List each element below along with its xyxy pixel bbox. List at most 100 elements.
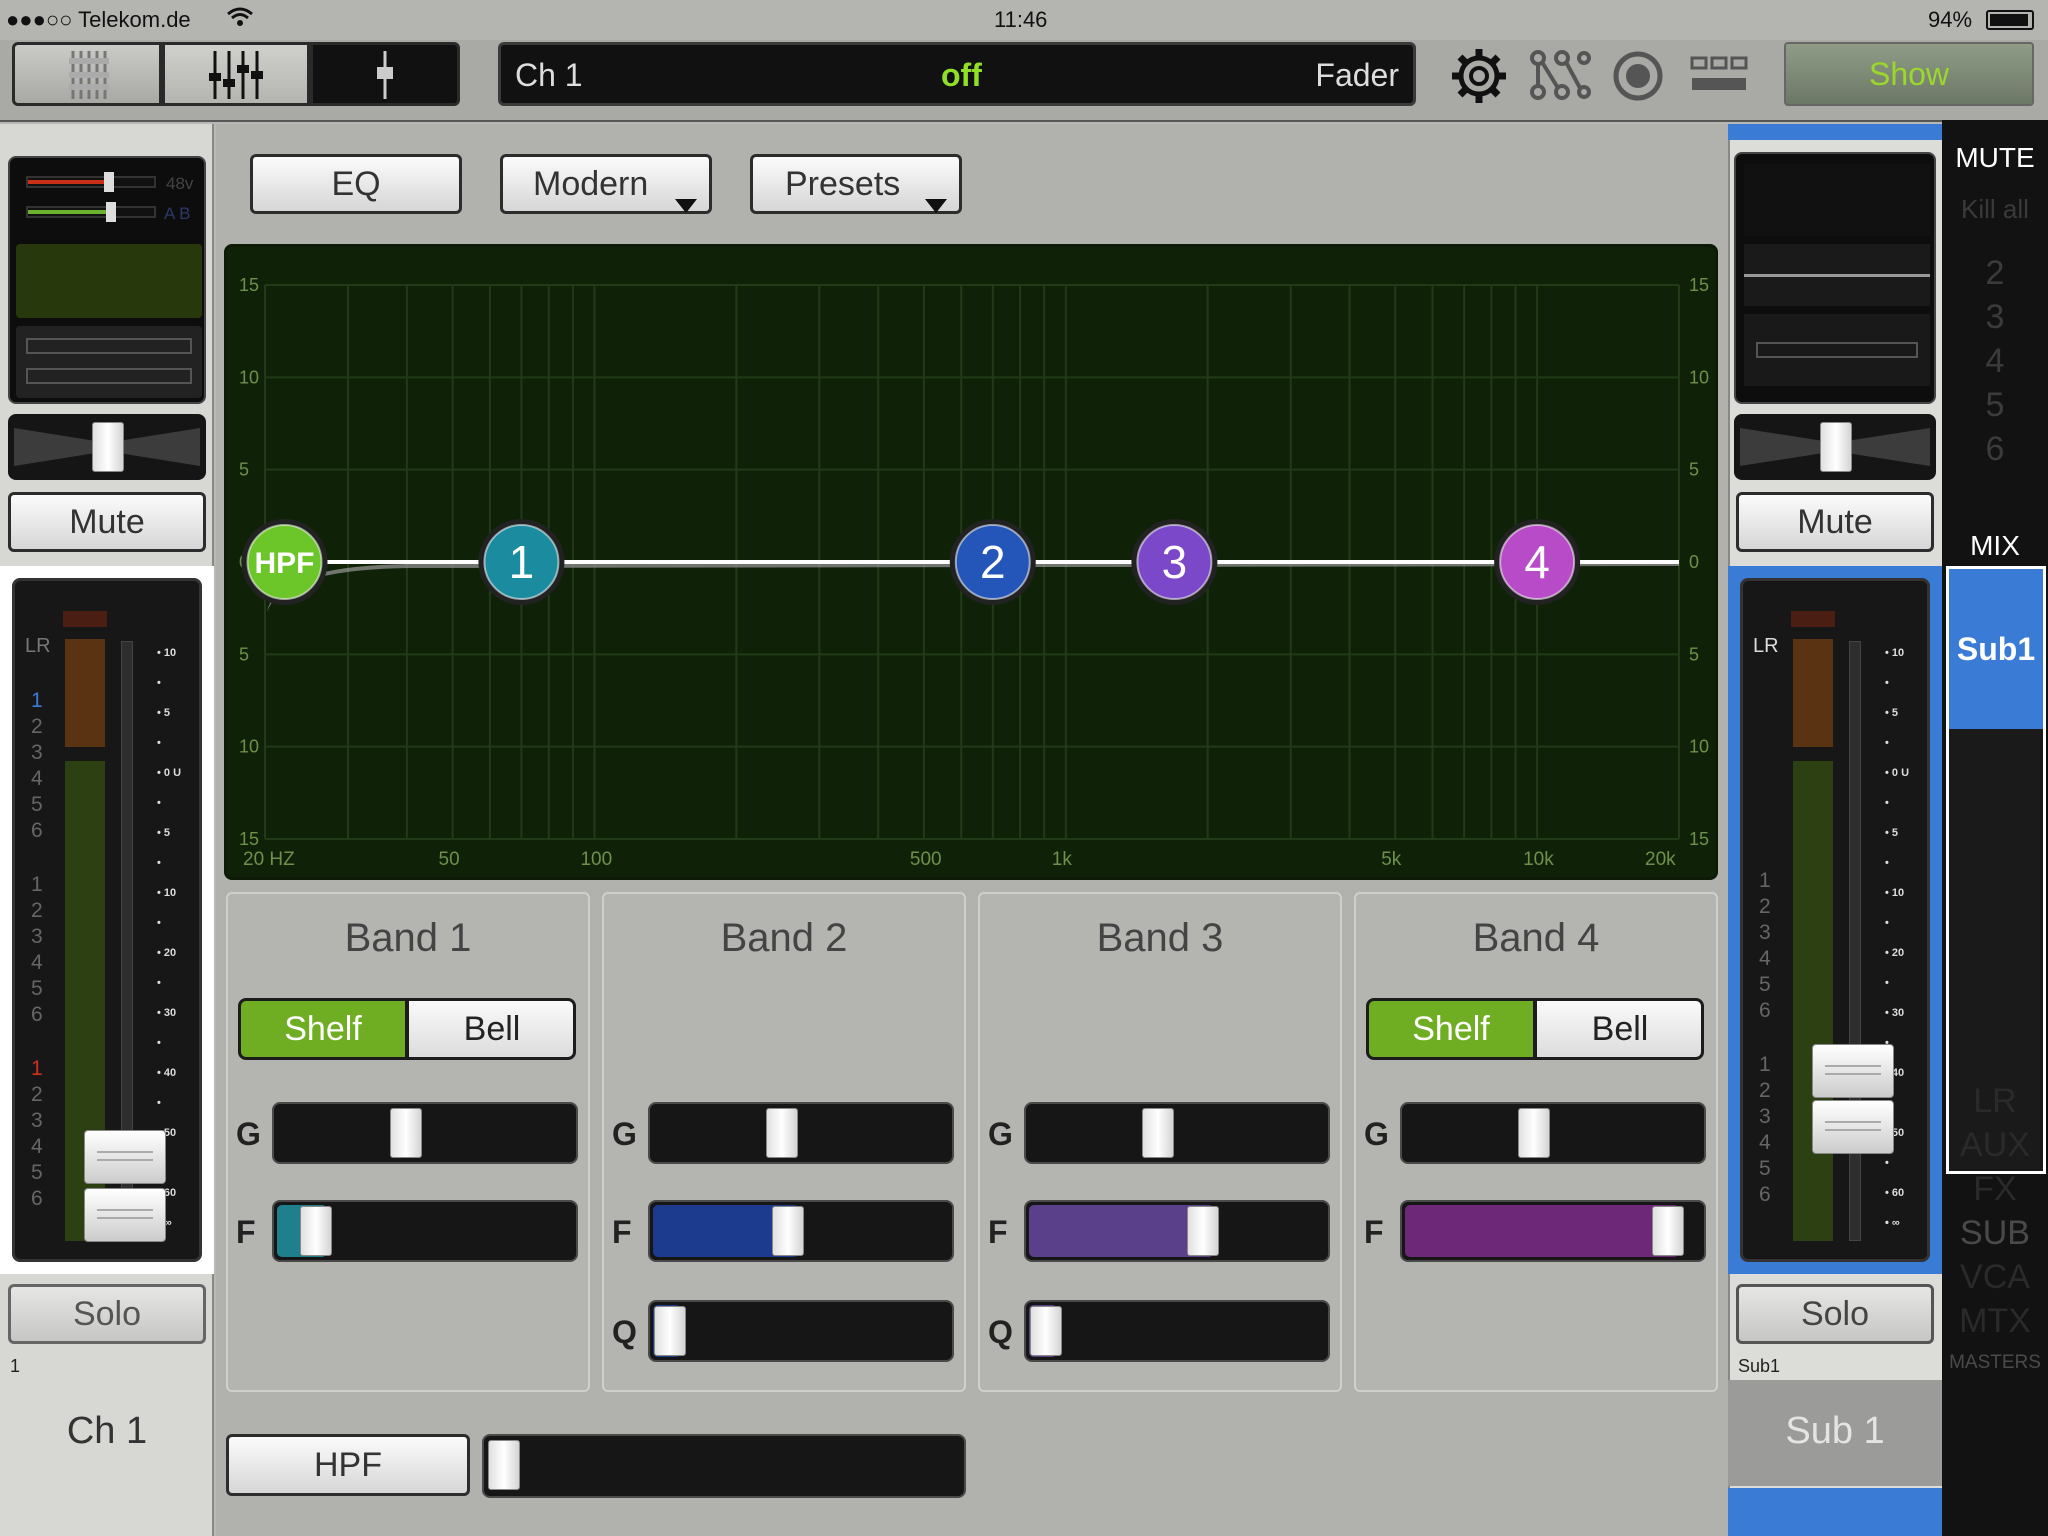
meter-scale-label: • 0 U (157, 767, 182, 779)
y-tick-label: 0 (1689, 552, 1699, 572)
freq-label: F (236, 1214, 256, 1250)
band-4-shape-toggle[interactable]: Shelf Bell (1366, 998, 1704, 1060)
eq-mode-dropdown[interactable]: Modern (500, 154, 712, 214)
eq-node-hpf[interactable]: HPF (241, 519, 328, 605)
band-1-shape-toggle[interactable]: Shelf Bell (238, 998, 576, 1060)
mix-title: MIX (1970, 530, 2020, 561)
slider-knob[interactable] (1030, 1306, 1062, 1356)
x-tick-label: 10k (1523, 849, 1554, 870)
band-4-gain-slider[interactable] (1400, 1102, 1706, 1164)
clock-label: 11:46 (994, 7, 1048, 32)
input-section-right[interactable] (1734, 152, 1936, 404)
band-1-gain-slider[interactable] (272, 1102, 578, 1164)
fader-knob-left-upper[interactable] (84, 1130, 166, 1184)
hpf-slider[interactable] (482, 1434, 966, 1498)
mix-type-sub-button[interactable]: SUB (1942, 1214, 2048, 1253)
input-section[interactable]: 48v A B (8, 156, 206, 404)
group-number: 6 (1759, 1183, 1771, 1206)
hpf-button[interactable]: HPF (226, 1434, 470, 1496)
view-mixer-button[interactable] (12, 42, 162, 106)
slider-knob[interactable] (1652, 1206, 1685, 1256)
bell-option[interactable]: Bell (409, 1001, 573, 1057)
pan-control-right[interactable] (1734, 414, 1936, 480)
slider-knob[interactable] (488, 1440, 520, 1490)
mix-type-vca-button[interactable]: VCA (1942, 1258, 2048, 1297)
svg-text:2: 2 (980, 536, 1006, 588)
eq-toggle-button[interactable]: EQ (250, 154, 462, 214)
presets-dropdown[interactable]: Presets (750, 154, 962, 214)
fader-knob-right-upper[interactable] (1812, 1044, 1894, 1098)
solo-button-right[interactable]: Solo (1736, 1284, 1934, 1344)
y-tick-label: 10 (239, 737, 259, 757)
gain-slider[interactable] (26, 172, 156, 192)
mix-type-mtx-button[interactable]: MTX (1942, 1302, 2048, 1341)
eq-thumbnail[interactable] (16, 244, 202, 318)
channel-name: Ch 1 (515, 57, 583, 93)
band-2-freq-slider[interactable] (648, 1200, 954, 1262)
settings-gear-icon[interactable] (1446, 46, 1512, 106)
group-number: 1 (31, 689, 43, 712)
meter-scale-label: • 60 (1885, 1187, 1905, 1199)
slider-knob[interactable] (654, 1306, 686, 1356)
mix-sub1-item[interactable]: Sub1 (1949, 569, 2043, 729)
mute-group-2-button[interactable]: 2 (1942, 254, 2048, 293)
slider-knob[interactable] (1518, 1108, 1550, 1158)
fader-knob-right[interactable] (1812, 1100, 1894, 1154)
pan-control[interactable] (8, 414, 206, 480)
mute-group-5-button[interactable]: 5 (1942, 386, 2048, 425)
slider-knob[interactable] (390, 1108, 422, 1158)
dynamics-thumbnail[interactable] (16, 326, 202, 398)
show-button[interactable]: Show (1784, 42, 2034, 106)
eq-node-1[interactable]: 1 (478, 519, 565, 605)
slider-knob[interactable] (300, 1206, 333, 1256)
mute-button-left[interactable]: Mute (8, 492, 206, 552)
slider-knob[interactable] (766, 1108, 798, 1158)
meter-scale-dot: • (157, 677, 161, 689)
routing-icon[interactable] (1526, 46, 1592, 106)
group-number: 2 (31, 899, 43, 922)
status-bar: ●●●○○ Telekom.de 11:46 94% (0, 0, 2048, 40)
channel-display[interactable]: Ch 1 off Fader (498, 42, 1416, 106)
eq-node-4[interactable]: 4 (1494, 519, 1581, 605)
shelf-option[interactable]: Shelf (1369, 1001, 1533, 1057)
channel-number: 1 (10, 1356, 21, 1376)
mute-group-6-button[interactable]: 6 (1942, 430, 2048, 469)
mute-group-3-button[interactable]: 3 (1942, 298, 2048, 337)
band-2-gain-slider[interactable] (648, 1102, 954, 1164)
trim-slider[interactable] (26, 202, 156, 222)
mix-type-lr-button[interactable]: LR (1942, 1082, 2048, 1121)
mix-type-aux-button[interactable]: AUX (1942, 1126, 2048, 1165)
kill-all-button[interactable]: Kill all (1942, 194, 2048, 225)
slider-knob[interactable] (1186, 1206, 1219, 1256)
slider-knob[interactable] (1142, 1108, 1174, 1158)
shelf-option[interactable]: Shelf (241, 1001, 405, 1057)
pan-knob[interactable] (1820, 422, 1852, 472)
band-2-q-slider[interactable] (648, 1300, 954, 1362)
record-icon[interactable] (1608, 46, 1674, 106)
y-tick-label: 10 (239, 367, 259, 387)
slider-knob[interactable] (771, 1206, 804, 1256)
bell-option[interactable]: Bell (1537, 1001, 1701, 1057)
mute-button-right[interactable]: Mute (1736, 492, 1934, 552)
selection-bar-bottom (1728, 1488, 1942, 1536)
band-1-freq-slider[interactable] (272, 1200, 578, 1262)
band-3-q-slider[interactable] (1024, 1300, 1330, 1362)
mute-group-4-button[interactable]: 4 (1942, 342, 2048, 381)
fader-knob-left[interactable] (84, 1188, 166, 1242)
band-3-freq-slider[interactable] (1024, 1200, 1330, 1262)
carrier-label: ●●●○○ Telekom.de (6, 7, 191, 32)
view-channel-button[interactable] (162, 42, 310, 106)
layout-grid-icon[interactable] (1688, 46, 1754, 106)
band-4-freq-slider[interactable] (1400, 1200, 1706, 1262)
band-3-gain-slider[interactable] (1024, 1102, 1330, 1164)
band-title: Band 3 (1096, 916, 1224, 960)
eq-node-2[interactable]: 2 (949, 519, 1036, 605)
mix-type-fx-button[interactable]: FX (1942, 1170, 2048, 1209)
eq-node-3[interactable]: 3 (1131, 519, 1218, 605)
x-tick-label: 20k (1645, 849, 1676, 870)
pan-knob[interactable] (92, 422, 124, 472)
solo-button-left[interactable]: Solo (8, 1284, 206, 1344)
eq-graph[interactable]: 151510105500551010151520 HZ501005001k5k1… (224, 244, 1718, 880)
fader-meter-right[interactable]: LR • 10 • • 5 • • 0 U • • 5 • • 10 • • 20 • • 30 • • 4… (1740, 578, 1930, 1262)
view-fader-button[interactable] (310, 42, 460, 106)
